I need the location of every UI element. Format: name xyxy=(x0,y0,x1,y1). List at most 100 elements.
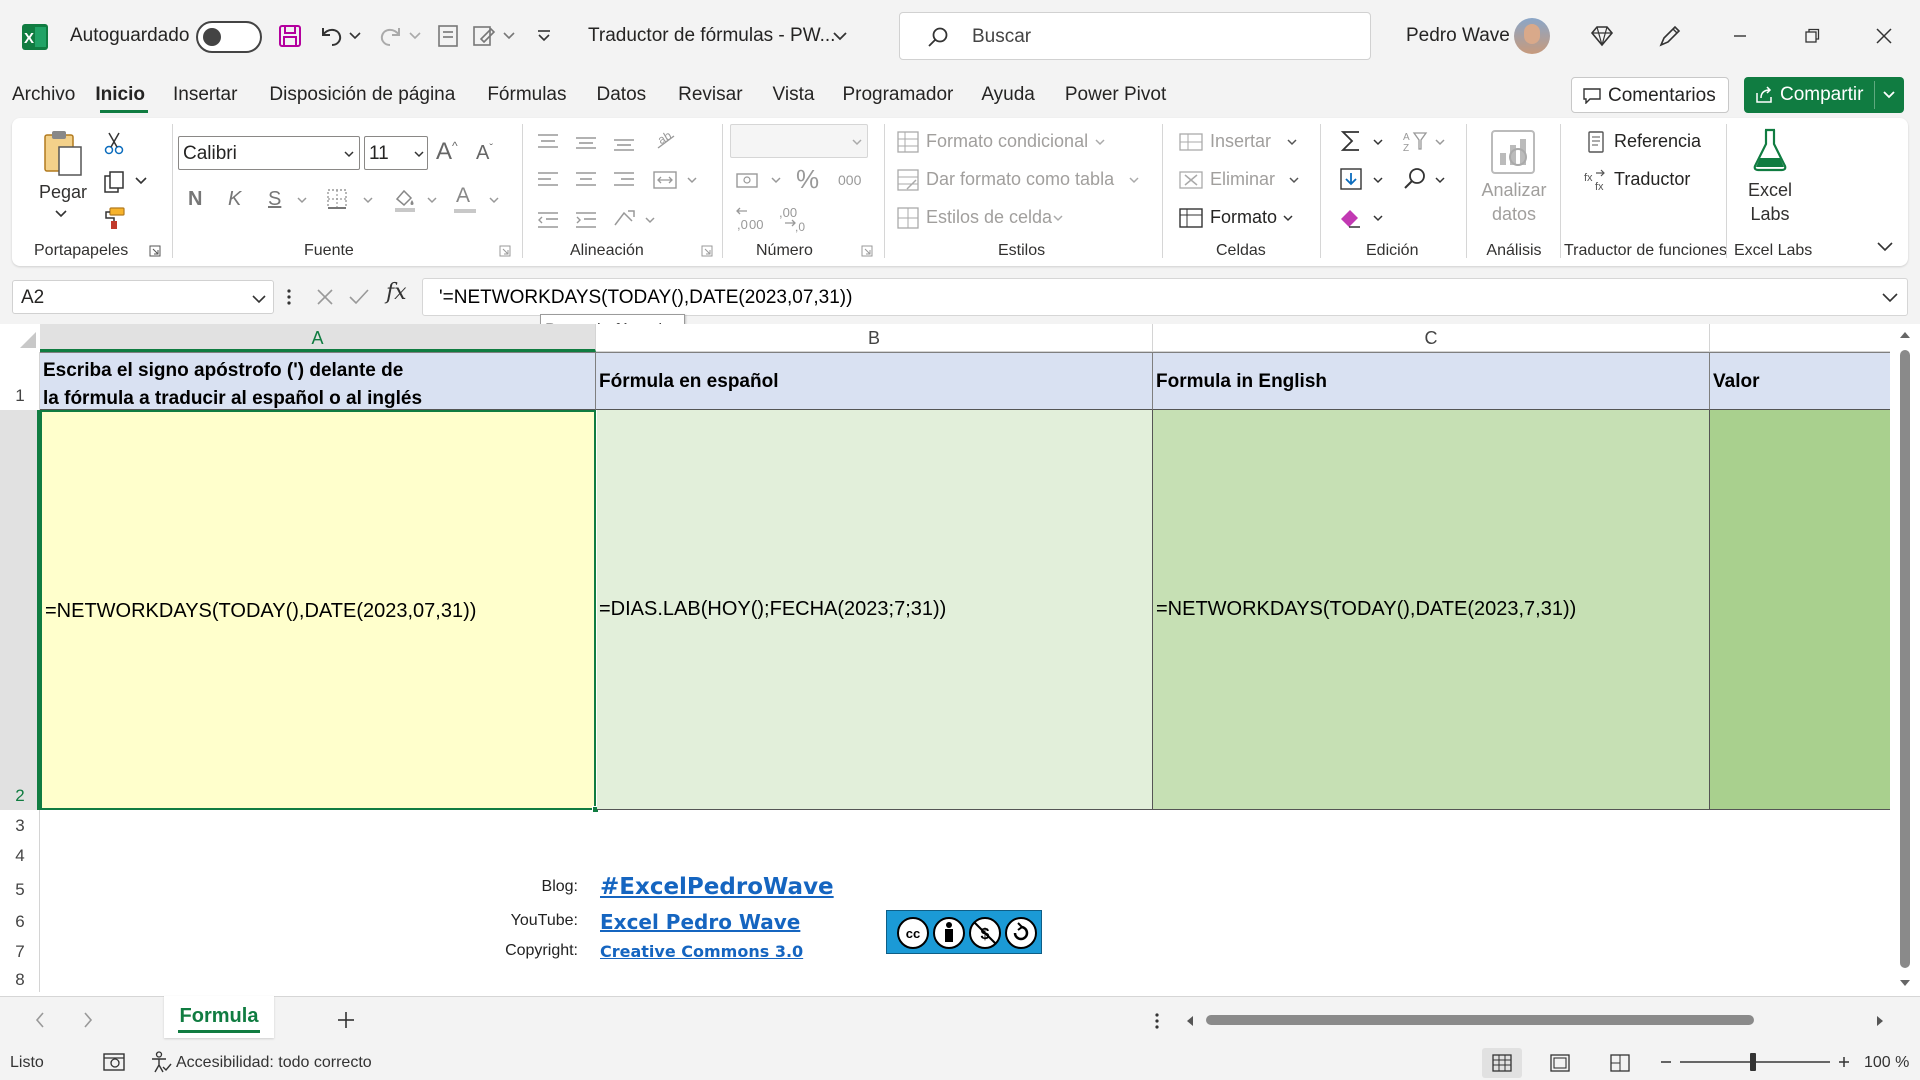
user-name[interactable]: Pedro Wave xyxy=(1406,25,1510,47)
add-sheet-icon[interactable] xyxy=(334,1008,358,1032)
reference-button[interactable]: Referencia xyxy=(1584,128,1724,156)
orientation-icon[interactable]: ab xyxy=(652,126,682,156)
confirm-entry-icon[interactable] xyxy=(346,285,372,309)
collapse-ribbon-icon[interactable] xyxy=(1874,238,1896,256)
insert-function-button[interactable]: fx xyxy=(386,280,407,305)
row-header-1[interactable]: 1 xyxy=(0,386,40,406)
format-painter-icon[interactable] xyxy=(100,204,128,232)
scroll-left-icon[interactable] xyxy=(1184,1014,1196,1028)
share-dropdown-icon[interactable] xyxy=(1880,87,1898,103)
tab-revisar[interactable]: Revisar xyxy=(678,84,742,112)
edit-form-dropdown-icon[interactable] xyxy=(502,28,516,44)
copyright-link[interactable]: Creative Commons 3.0 xyxy=(600,942,803,961)
borders-icon[interactable] xyxy=(324,186,350,212)
undo-dropdown-icon[interactable] xyxy=(348,28,362,44)
zoom-in-icon[interactable] xyxy=(1836,1054,1852,1070)
clear-eraser-icon[interactable] xyxy=(1336,202,1366,232)
tab-formulas[interactable]: Fórmulas xyxy=(487,84,566,112)
align-right-icon[interactable] xyxy=(610,166,638,194)
font-color-button[interactable]: A xyxy=(452,184,478,214)
vertical-scrollbar[interactable] xyxy=(1890,324,1920,996)
increase-font-button[interactable]: A^ xyxy=(436,138,458,166)
align-center-icon[interactable] xyxy=(572,166,600,194)
column-header-d[interactable] xyxy=(1710,324,1890,352)
cell-d1[interactable]: Valor xyxy=(1710,352,1890,410)
find-select-icon[interactable] xyxy=(1400,164,1430,194)
currency-format-icon[interactable] xyxy=(734,168,764,192)
excel-labs-flask-icon[interactable] xyxy=(1750,126,1790,174)
scroll-right-icon[interactable] xyxy=(1874,1014,1886,1028)
redo-dropdown-icon[interactable] xyxy=(408,28,422,44)
row-header-7[interactable]: 7 xyxy=(0,942,40,962)
fill-color-icon[interactable] xyxy=(392,186,418,214)
underline-button[interactable]: S xyxy=(268,188,281,211)
zoom-slider[interactable] xyxy=(1680,1053,1830,1071)
autosave-toggle[interactable] xyxy=(196,21,262,53)
currency-dropdown-icon[interactable] xyxy=(770,175,782,185)
copy-icon[interactable] xyxy=(100,168,128,196)
restore-icon[interactable] xyxy=(1798,22,1826,50)
more-options-icon[interactable] xyxy=(284,286,294,308)
autosum-icon[interactable] xyxy=(1336,126,1366,156)
bold-button[interactable]: N xyxy=(188,188,202,211)
column-header-a[interactable]: A xyxy=(40,324,596,352)
align-top-icon[interactable] xyxy=(534,128,562,156)
horizontal-scrollbar[interactable] xyxy=(1180,1008,1890,1032)
decrease-indent-icon[interactable] xyxy=(534,206,562,234)
cell-a1[interactable]: Escriba el signo apóstrofo (') delante d… xyxy=(40,352,596,410)
percent-button[interactable]: % xyxy=(796,164,819,195)
sheet-options-icon[interactable] xyxy=(1152,1010,1162,1032)
fill-dropdown-icon[interactable] xyxy=(1372,175,1384,185)
zoom-slider-thumb[interactable] xyxy=(1750,1053,1756,1071)
prev-sheet-icon[interactable] xyxy=(30,1010,50,1030)
tab-disposicion[interactable]: Disposición de página xyxy=(269,84,455,112)
number-format-select[interactable] xyxy=(730,124,868,158)
tab-archivo[interactable]: Archivo xyxy=(12,84,75,112)
name-box-dropdown-icon[interactable] xyxy=(251,293,267,305)
sheet-tab-formula[interactable]: Formula xyxy=(164,996,274,1038)
cell-b2[interactable]: =DIAS.LAB(HOY();FECHA(2023;7;31)) xyxy=(597,410,1153,810)
title-dropdown-icon[interactable] xyxy=(830,28,850,44)
page-layout-icon[interactable] xyxy=(1548,1052,1572,1074)
alignment-launcher-icon[interactable] xyxy=(700,244,714,258)
row-header-4[interactable]: 4 xyxy=(0,846,40,866)
underline-dropdown-icon[interactable] xyxy=(296,195,308,205)
wrap-text-icon[interactable] xyxy=(610,204,640,234)
copy-dropdown-icon[interactable] xyxy=(134,175,148,187)
sort-filter-icon[interactable]: AZ xyxy=(1400,126,1430,156)
form-icon[interactable] xyxy=(434,22,462,50)
insert-cells-dropdown-icon[interactable] xyxy=(1286,137,1298,147)
zoom-out-icon[interactable] xyxy=(1658,1054,1674,1070)
undo-icon[interactable] xyxy=(316,22,346,50)
decrease-decimal-icon[interactable]: ,00,0 xyxy=(776,204,808,234)
row-header-6[interactable]: 6 xyxy=(0,912,40,932)
font-launcher-icon[interactable] xyxy=(498,244,512,258)
row-header-5[interactable]: 5 xyxy=(0,880,40,900)
tab-datos[interactable]: Datos xyxy=(597,84,647,112)
tab-power-pivot[interactable]: Power Pivot xyxy=(1065,84,1166,112)
clear-dropdown-icon[interactable] xyxy=(1372,213,1384,223)
delete-cells-dropdown-icon[interactable] xyxy=(1288,175,1300,185)
row-header-2[interactable]: 2 xyxy=(0,786,40,806)
column-header-c[interactable]: C xyxy=(1153,324,1710,352)
tab-programador[interactable]: Programador xyxy=(842,84,953,112)
expand-formula-bar-icon[interactable] xyxy=(1881,291,1899,305)
cell-a2[interactable]: =NETWORKDAYS(TODAY(),DATE(2023,07,31)) xyxy=(40,410,596,810)
font-size-select[interactable]: 11 xyxy=(364,136,428,170)
tab-ayuda[interactable]: Ayuda xyxy=(981,84,1035,112)
format-cells-button[interactable]: Formato xyxy=(1178,204,1308,232)
tab-insertar[interactable]: Insertar xyxy=(173,84,237,112)
minimize-icon[interactable] xyxy=(1726,22,1754,50)
save-icon[interactable] xyxy=(276,22,304,50)
accessibility-status[interactable]: Accesibilidad: todo correcto xyxy=(176,1054,372,1072)
cell-styles-button[interactable]: Estilos de celda xyxy=(896,204,1096,232)
premium-diamond-icon[interactable] xyxy=(1588,22,1616,50)
next-sheet-icon[interactable] xyxy=(78,1010,98,1030)
font-name-select[interactable]: Calibri xyxy=(178,136,360,170)
share-button[interactable]: Compartir xyxy=(1744,77,1904,113)
scroll-up-icon[interactable] xyxy=(1898,328,1912,342)
analyze-data-line2[interactable]: datos xyxy=(1476,204,1552,225)
align-bottom-icon[interactable] xyxy=(610,128,638,156)
font-color-dropdown-icon[interactable] xyxy=(488,195,500,205)
fill-color-dropdown-icon[interactable] xyxy=(426,195,438,205)
